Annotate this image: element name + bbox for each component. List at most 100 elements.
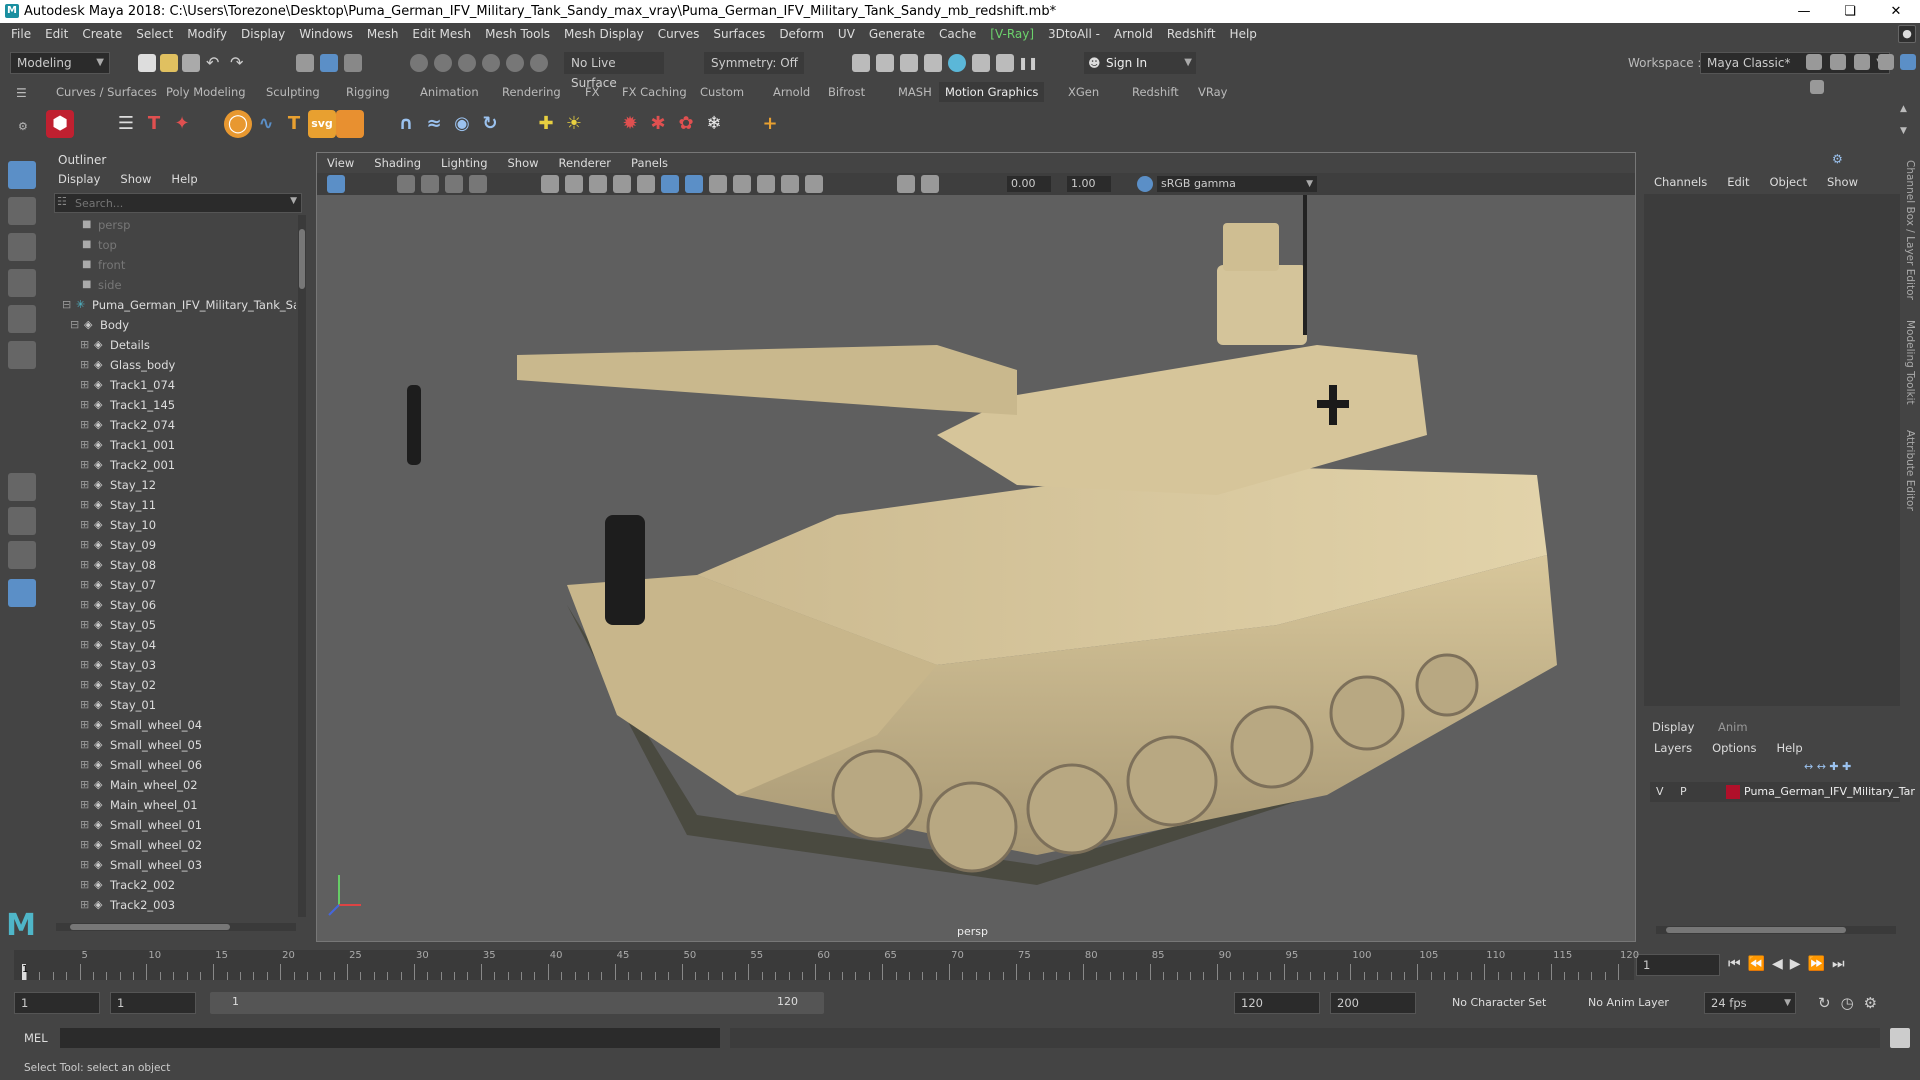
expand-toggle-icon[interactable]: ⊞ bbox=[80, 535, 89, 555]
outliner-menu-display[interactable]: Display bbox=[48, 172, 110, 186]
sign-in-button[interactable]: ☻ Sign In ▼ bbox=[1084, 52, 1196, 74]
color-management-icon[interactable] bbox=[1137, 176, 1153, 192]
outliner-item[interactable]: ⊞ ◈ Track1_074 bbox=[48, 375, 296, 395]
isolate-select-icon[interactable] bbox=[897, 175, 915, 193]
shelf-tab-fx[interactable]: FX bbox=[579, 82, 606, 102]
outliner-item[interactable]: ⊞ ◈ Stay_02 bbox=[48, 675, 296, 695]
outliner-item[interactable]: ■ persp bbox=[48, 215, 296, 235]
layer-buttons-icon[interactable]: ↔ ↔ ✚ ✚ bbox=[1804, 760, 1851, 773]
expand-toggle-icon[interactable]: ⊞ bbox=[80, 775, 89, 795]
expand-toggle-icon[interactable]: ⊞ bbox=[80, 855, 89, 875]
2d-pan-zoom-icon[interactable] bbox=[469, 175, 487, 193]
outliner-item[interactable]: ■ side bbox=[48, 275, 296, 295]
shadows-icon[interactable] bbox=[757, 175, 775, 193]
tank-model-render[interactable] bbox=[317, 195, 1635, 941]
particle-icon[interactable]: ✹ bbox=[616, 110, 644, 138]
menu-surfaces[interactable]: Surfaces bbox=[706, 23, 772, 45]
loop-key-prefs-icons[interactable]: ↻◷⚙ bbox=[1818, 994, 1887, 1012]
menu-display[interactable]: Display bbox=[234, 23, 292, 45]
expand-toggle-icon[interactable]: ⊞ bbox=[80, 875, 89, 895]
shelf-tab-poly-modeling[interactable]: Poly Modeling bbox=[160, 82, 252, 102]
character-set-dropdown[interactable]: No Character Set bbox=[1452, 996, 1546, 1009]
shelf-tab-custom[interactable]: Custom bbox=[694, 82, 750, 102]
four-pane-icon[interactable] bbox=[8, 507, 36, 535]
expand-toggle-icon[interactable]: ⊞ bbox=[80, 415, 89, 435]
expand-toggle-icon[interactable]: ⊞ bbox=[80, 715, 89, 735]
playback-end-field[interactable]: 120 bbox=[1234, 992, 1320, 1014]
expand-toggle-icon[interactable]: ⊞ bbox=[80, 795, 89, 815]
layer-visibility-toggle[interactable]: V bbox=[1656, 785, 1664, 798]
expand-toggle-icon[interactable]: ⊞ bbox=[80, 735, 89, 755]
shelf-tab-redshift[interactable]: Redshift bbox=[1126, 82, 1185, 102]
layer-hscrollbar[interactable] bbox=[1656, 926, 1896, 934]
viewport-menu-shading[interactable]: Shading bbox=[364, 156, 431, 170]
mel-input[interactable] bbox=[60, 1028, 720, 1048]
close-icon[interactable]: ✕ bbox=[1874, 0, 1918, 23]
snap-surface-icon[interactable] bbox=[506, 54, 524, 72]
curve-tool-icon[interactable]: ∿ bbox=[252, 110, 280, 138]
two-pane-icon[interactable] bbox=[8, 541, 36, 569]
motion-blur-icon[interactable] bbox=[805, 175, 823, 193]
snowflake-icon[interactable]: ❄ bbox=[700, 110, 728, 138]
expand-toggle-icon[interactable]: ⊞ bbox=[80, 335, 89, 355]
shelf-tab-xgen[interactable]: XGen bbox=[1062, 82, 1105, 102]
expand-toggle-icon[interactable]: ⊞ bbox=[80, 495, 89, 515]
shelf-tab-vray[interactable]: VRay bbox=[1192, 82, 1233, 102]
expand-toggle-icon[interactable]: ⊞ bbox=[80, 615, 89, 635]
pause-render-icon[interactable]: ❚❚ bbox=[1018, 54, 1038, 72]
ambient-occlusion-icon[interactable] bbox=[781, 175, 799, 193]
fps-dropdown[interactable]: 24 fps ▼ bbox=[1704, 992, 1796, 1014]
move-tool-icon[interactable] bbox=[8, 269, 36, 297]
transform-tool-icon[interactable]: ✦ bbox=[168, 110, 196, 138]
outliner-item[interactable]: ■ front bbox=[48, 255, 296, 275]
shelf-menu-icon[interactable]: ☰ bbox=[16, 86, 27, 100]
outliner-item[interactable]: ⊞ ◈ Track2_002 bbox=[48, 875, 296, 895]
lock-icon[interactable]: ● bbox=[1898, 25, 1916, 43]
expand-toggle-icon[interactable]: ⊞ bbox=[80, 575, 89, 595]
repeat-icon[interactable]: ≈ bbox=[420, 110, 448, 138]
save-scene-icon[interactable] bbox=[182, 54, 200, 72]
expand-toggle-icon[interactable]: ⊞ bbox=[80, 755, 89, 775]
outliner-item[interactable]: ⊞ ◈ Track2_074 bbox=[48, 415, 296, 435]
camera-attributes-icon[interactable] bbox=[397, 175, 415, 193]
shelf-options-icon[interactable]: ⚙ bbox=[18, 120, 28, 133]
outliner-item[interactable]: ⊟ ✳ Puma_German_IFV_Military_Tank_San bbox=[48, 295, 296, 315]
outliner-item[interactable]: ⊟ ◈ Body bbox=[48, 315, 296, 335]
outliner-item[interactable]: ⊞ ◈ Stay_07 bbox=[48, 575, 296, 595]
ipr-render-icon[interactable] bbox=[900, 54, 918, 72]
side-tab-channel-box[interactable]: Channel Box / Layer Editor bbox=[1904, 160, 1916, 300]
range-slider-bar[interactable]: 1 120 bbox=[210, 992, 824, 1014]
rotate-tool-icon[interactable] bbox=[8, 305, 36, 333]
outliner-item[interactable]: ⊞ ◈ Stay_09 bbox=[48, 535, 296, 555]
gate-mask-icon[interactable] bbox=[613, 175, 631, 193]
mel-label[interactable]: MEL bbox=[24, 1031, 48, 1045]
symmetry-dropdown[interactable]: Symmetry: Off bbox=[704, 52, 804, 74]
outliner-menu-help[interactable]: Help bbox=[161, 172, 207, 186]
layer-menu-options[interactable]: Options bbox=[1702, 741, 1766, 755]
layer-menu-layers[interactable]: Layers bbox=[1644, 741, 1702, 755]
expand-toggle-icon[interactable]: ⊟ bbox=[62, 295, 71, 315]
wireframe-icon[interactable] bbox=[661, 175, 679, 193]
current-frame-field[interactable]: 1 bbox=[1636, 954, 1720, 976]
side-tab-modeling-toolkit[interactable]: Modeling Toolkit bbox=[1904, 320, 1916, 405]
viewport-panel[interactable]: View Shading Lighting Show Renderer Panels 0.… bbox=[316, 152, 1636, 942]
shelf-scroll-up-icon[interactable]: ▲ bbox=[1900, 104, 1907, 114]
outliner-item[interactable]: ⊞ ◈ Stay_12 bbox=[48, 475, 296, 495]
hypershade-icon[interactable] bbox=[948, 54, 966, 72]
outliner-item[interactable]: ⊞ ◈ Small_wheel_06 bbox=[48, 755, 296, 775]
shelf-tab-rigging[interactable]: Rigging bbox=[340, 82, 396, 102]
menu-modify[interactable]: Modify bbox=[180, 23, 234, 45]
expand-toggle-icon[interactable]: ⊞ bbox=[80, 815, 89, 835]
channel-menu-channels[interactable]: Channels bbox=[1644, 175, 1717, 189]
viewport-menu-show[interactable]: Show bbox=[498, 156, 549, 170]
minimize-icon[interactable]: — bbox=[1782, 0, 1826, 23]
menu-deform[interactable]: Deform bbox=[772, 23, 831, 45]
menu-redshift[interactable]: Redshift bbox=[1160, 23, 1223, 45]
outliner-item[interactable]: ⊞ ◈ Track1_001 bbox=[48, 435, 296, 455]
layer-editor-icon[interactable] bbox=[1900, 54, 1916, 70]
menu-edit[interactable]: Edit bbox=[38, 23, 75, 45]
undo-icon[interactable]: ↶ bbox=[206, 54, 224, 72]
shelf-tab-arnold[interactable]: Arnold bbox=[767, 82, 816, 102]
shelf-tab-curves-surfaces[interactable]: Curves / Surfaces bbox=[50, 82, 163, 102]
scrollbar-thumb[interactable] bbox=[299, 229, 305, 289]
